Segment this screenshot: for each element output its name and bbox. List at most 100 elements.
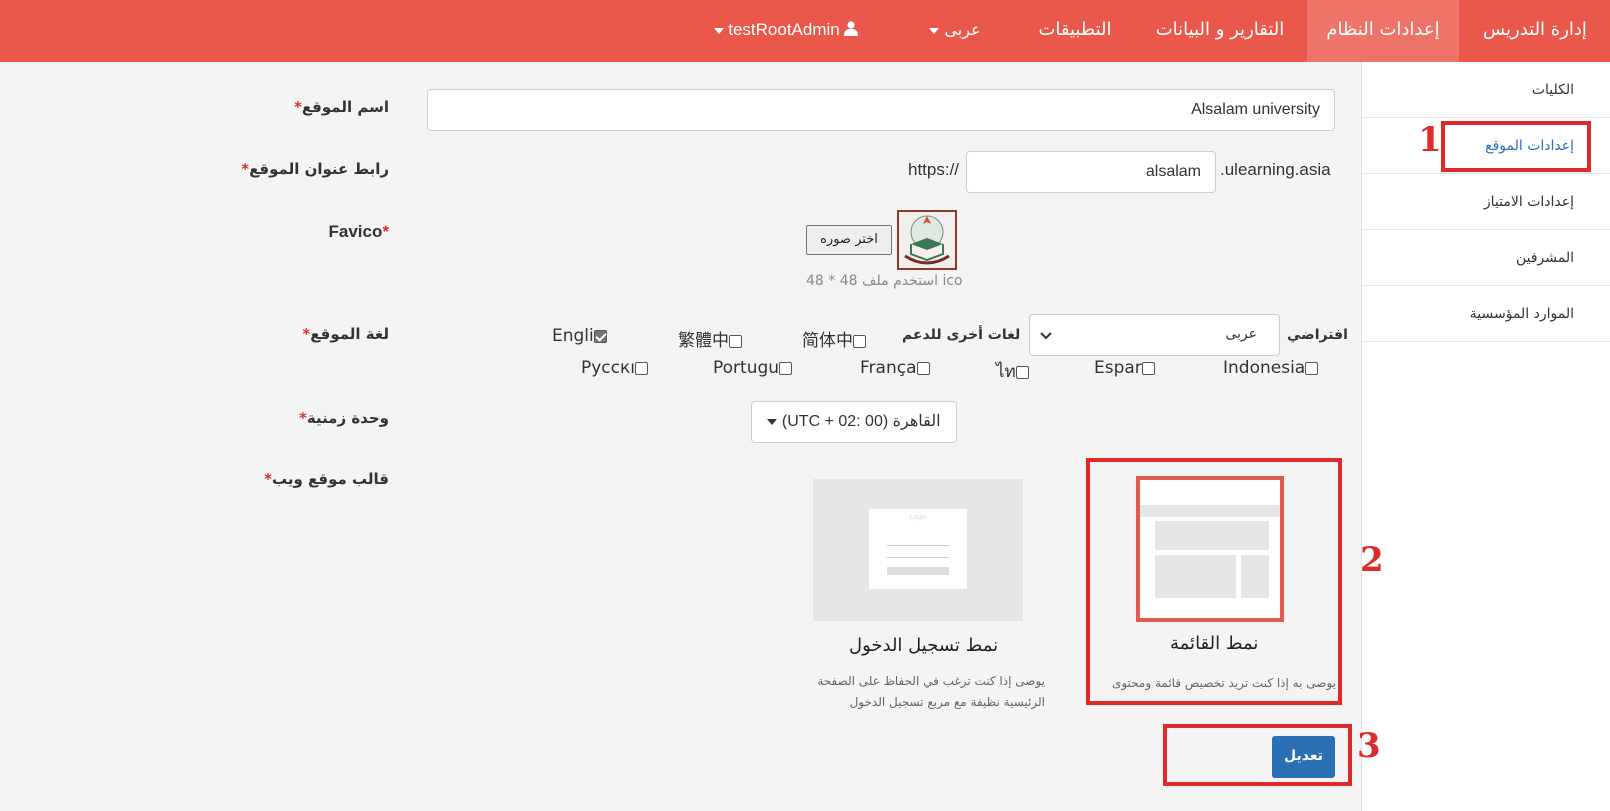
template-description: يوصى إذا كنت ترغب في الحفاظ على الصفحة ا… [817,674,1045,709]
university-logo-icon [897,210,957,270]
choose-image-button[interactable]: اختر صوره [806,225,892,255]
chevron-down-icon [767,418,778,425]
thumb-login-box: Login [869,509,967,589]
other-languages-label: لغات أخرى للدعم [902,327,1021,343]
nav-teaching-management[interactable]: إدارة التدريس [1460,0,1610,62]
template-label: *قالب موقع ويب [264,470,389,488]
nav-reports-data-label: التقارير و البيانات [1155,19,1285,40]
user-icon [844,21,859,36]
annotation-number-2: 2 [1360,540,1384,580]
favicon-label: Favico* [329,222,389,242]
required-mark: * [264,470,272,488]
site-url-value: alsalam [1145,163,1201,180]
site-language-label-text: لغة الموقع [310,325,389,343]
checkbox[interactable] [1141,361,1155,375]
lang-option-label: Engli [552,326,594,346]
sidebar-item-label: المشرفين [1515,250,1574,266]
sidebar-item-colleges[interactable]: الكليات [1362,62,1610,118]
lang-option-russian[interactable]: Русскı [581,358,648,378]
sidebar-item-institutional-resources[interactable]: الموارد المؤسسية [1362,286,1610,342]
required-mark: * [382,222,389,241]
sidebar-item-label: الموارد المؤسسية [1469,306,1574,322]
nav-reports-data[interactable]: التقارير و البيانات [1140,0,1300,62]
annotation-box-1 [1441,121,1591,172]
site-name-label: *اسم الموقع [294,98,389,116]
lang-option-indonesian[interactable]: Indonesia [1223,358,1319,378]
lang-option-label: ไท [996,362,1016,382]
thumb-login-text: Login [909,514,927,521]
sidebar-item-label: إعدادات الامتياز [1483,194,1574,210]
template-option-login[interactable]: Login نمط تسجيل الدخول يوصى إذا كنت ترغب… [805,477,1055,717]
sidebar-item-supervisors[interactable]: المشرفين [1362,230,1610,286]
checkbox[interactable] [635,361,648,375]
sidebar: الكليات إعدادات الموقع إعدادات الامتياز … [1361,62,1610,811]
lang-option-portuguese[interactable]: Portugu [713,358,793,378]
lang-option-label: Indonesia [1223,358,1306,378]
checkbox[interactable] [729,334,742,348]
site-language-label: *لغة الموقع [302,325,389,343]
required-mark: * [293,98,302,116]
annotation-box-2 [1086,458,1342,705]
site-name-value: Alsalam university [1191,101,1320,118]
lang-option-label: 繁體中 [678,331,729,351]
lang-option-english[interactable]: Engli [552,326,607,346]
url-prefix: https:// [908,160,960,179]
nav-applications[interactable]: التطبيقات [1020,0,1130,62]
lang-option-label: Русскı [581,358,635,378]
template-thumbnail-login: Login [813,479,1023,621]
checkbox[interactable] [853,334,866,348]
checkbox[interactable] [779,361,793,375]
lang-option-zh-hans[interactable]: 简体中 [802,326,866,351]
timezone-label-text: وحدة زمنية [306,409,389,427]
lang-option-label: Portugu [713,358,780,378]
thumb-login-button [887,567,949,575]
default-language-label: افتراضي [1287,327,1348,343]
top-navbar: إدارة التدريس إعدادات النظام التقارير و … [0,0,1610,62]
lang-option-label: Espar [1094,358,1142,378]
annotation-number-1: 1 [1418,120,1442,160]
site-url-label-text: رابط عنوان الموقع [249,160,389,178]
template-title: نمط تسجيل الدخول [849,635,999,656]
chevron-down-icon [713,27,724,34]
lang-option-label: França [860,358,917,378]
site-name-input[interactable]: Alsalam university [427,89,1335,131]
lang-option-thai[interactable]: ไท [996,358,1029,385]
site-url-label: *رابط عنوان الموقع [241,160,389,178]
timezone-value: (UTC + 02: 00) القاهرة [781,413,941,430]
default-language-value: عربى [1225,326,1257,342]
required-mark: * [298,409,307,427]
template-label-text: قالب موقع ويب [271,470,389,488]
thumb-line [887,557,949,558]
sidebar-item-franchise-settings[interactable]: إعدادات الامتياز [1362,174,1610,230]
nav-system-settings[interactable]: إعدادات النظام [1307,0,1459,62]
thumb-line [887,545,949,546]
default-language-select[interactable]: عربى [1029,314,1280,356]
language-dropdown[interactable]: عربى [915,0,995,62]
nav-teaching-management-label: إدارة التدريس [1483,19,1587,40]
timezone-select[interactable]: (UTC + 02: 00) القاهرة [751,401,957,443]
nav-applications-label: التطبيقات [1038,19,1112,40]
timezone-label: *وحدة زمنية [299,409,389,427]
checkbox[interactable] [1015,365,1029,379]
favicon-hint: استخدم ملف 48 * 48 ico [806,273,963,289]
nav-system-settings-label: إعدادات النظام [1326,19,1440,40]
checkbox[interactable] [1305,361,1319,375]
annotation-number-3: 3 [1357,726,1381,766]
chevron-down-icon [1040,332,1052,340]
annotation-box-3 [1163,724,1352,786]
lang-option-french[interactable]: França [860,358,930,378]
user-menu[interactable]: testRootAdmin [706,0,866,62]
checkbox[interactable] [916,361,930,375]
lang-option-zh-hant[interactable]: 繁體中 [678,326,742,351]
user-menu-label: testRootAdmin [728,20,840,39]
lang-option-label: 简体中 [802,331,853,351]
required-mark: * [241,160,250,178]
checkbox-checked[interactable] [593,329,607,343]
url-suffix: .ulearning.asia [1220,160,1331,179]
site-url-input[interactable]: alsalam [966,151,1216,193]
chevron-down-icon [929,27,940,34]
language-dropdown-label: عربى [944,20,981,39]
lang-option-spanish[interactable]: Espar [1094,358,1155,378]
favicon-label-text: Favico [328,222,383,241]
sidebar-item-label: الكليات [1531,82,1574,98]
